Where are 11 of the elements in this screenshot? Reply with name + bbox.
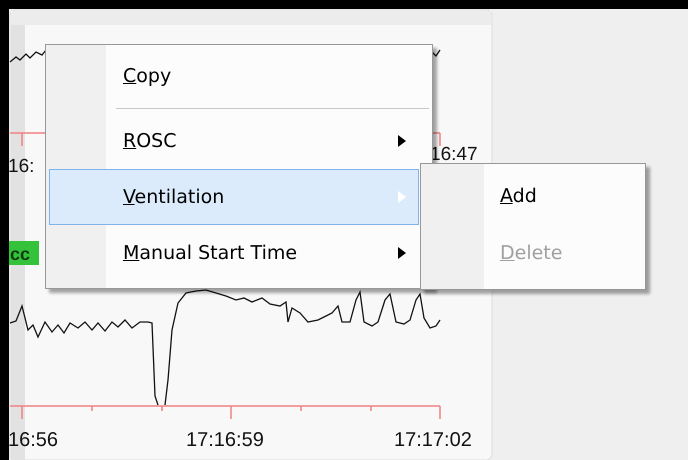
time-label: 17:17:02 (394, 429, 472, 451)
time-label: 16:47 (430, 144, 478, 165)
time-label: 17:16:59 (186, 429, 264, 451)
menu-item[interactable]: ROSC (49, 113, 419, 169)
time-label: 16:56 (8, 429, 58, 451)
menu-item[interactable]: Add (424, 167, 642, 224)
event-badge: cc (9, 241, 39, 265)
menu-item[interactable]: Manual Start Time (49, 225, 419, 281)
time-label: 16: (8, 156, 34, 177)
menu-item[interactable]: Ventilation (49, 169, 419, 225)
menu-item[interactable]: Copy (49, 48, 419, 104)
